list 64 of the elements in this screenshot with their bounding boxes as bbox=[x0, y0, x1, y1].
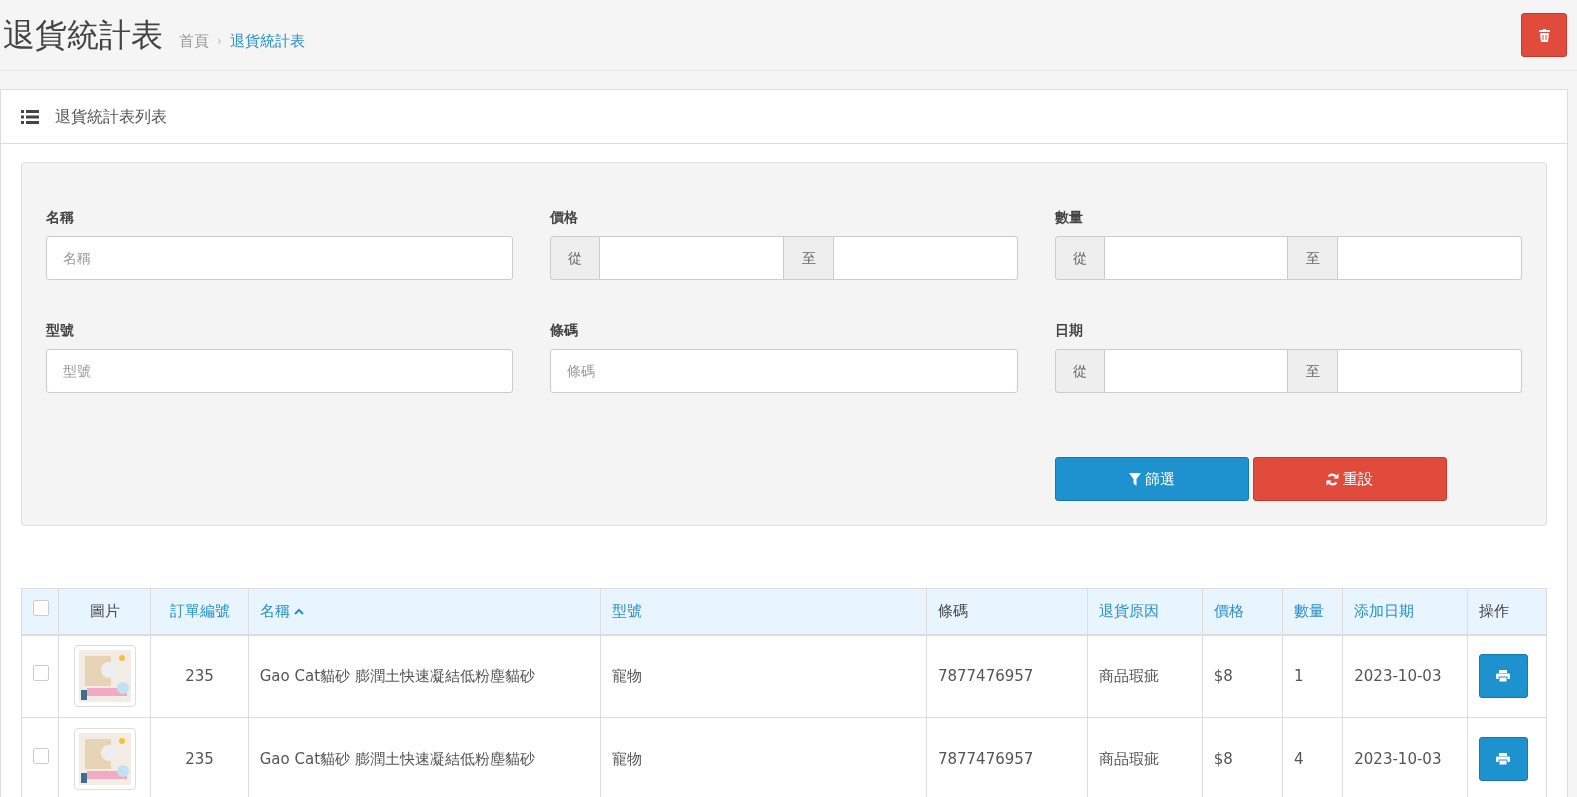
panel-title: 退貨統計表列表 bbox=[55, 105, 167, 128]
breadcrumb-separator: › bbox=[217, 33, 222, 51]
to-field[interactable] bbox=[834, 236, 1018, 280]
price-text: $8 bbox=[1213, 667, 1233, 685]
order-number: 235 bbox=[185, 667, 214, 685]
from-field[interactable] bbox=[600, 236, 784, 280]
field-label: 數量 bbox=[1054, 208, 1084, 227]
print-button[interactable] bbox=[1478, 737, 1528, 781]
barcode-text: 7877476957 bbox=[937, 667, 1034, 685]
barcode-text: 7877476957 bbox=[937, 749, 1034, 768]
return-reason: 商品瑕疵 bbox=[1099, 667, 1160, 685]
product-thumbnail bbox=[73, 728, 136, 790]
range-label: 從 bbox=[1054, 236, 1105, 280]
list-icon bbox=[21, 109, 39, 124]
order-number: 235 bbox=[185, 749, 214, 768]
select-all-checkbox[interactable] bbox=[33, 600, 49, 616]
range-label: 至 bbox=[1288, 349, 1339, 393]
to-field[interactable] bbox=[1338, 236, 1522, 280]
price-text: $8 bbox=[1213, 749, 1233, 768]
trash-icon bbox=[1538, 28, 1550, 42]
range-label: 從 bbox=[1054, 349, 1105, 393]
product-name: Gao Cat貓砂 膨潤土快速凝結低粉塵貓砂 bbox=[259, 749, 535, 768]
field-label: 名稱 bbox=[46, 208, 75, 227]
from-field[interactable] bbox=[1104, 236, 1289, 280]
column-header: 條碼 bbox=[937, 601, 968, 622]
input-field[interactable]: 型號 bbox=[46, 349, 514, 393]
print-icon bbox=[1496, 670, 1511, 683]
row-checkbox[interactable] bbox=[33, 665, 49, 681]
to-field[interactable] bbox=[1338, 349, 1522, 393]
range-label: 至 bbox=[784, 236, 834, 280]
input-field[interactable]: 名稱 bbox=[46, 236, 514, 280]
reset-button[interactable]: 重設 bbox=[1252, 457, 1447, 501]
product-thumbnail bbox=[73, 645, 136, 708]
page-title: 退貨統計表 bbox=[3, 15, 163, 56]
model-text: 寵物 bbox=[611, 667, 642, 685]
row-checkbox[interactable] bbox=[33, 747, 49, 764]
column-sort-link[interactable]: 名稱 bbox=[259, 600, 304, 623]
delete-button[interactable] bbox=[1521, 13, 1567, 57]
quantity-text: 4 bbox=[1294, 749, 1304, 768]
column-header: 圖片 bbox=[89, 601, 120, 622]
print-button[interactable] bbox=[1478, 654, 1528, 699]
return-reason: 商品瑕疵 bbox=[1099, 749, 1160, 768]
quantity-text: 1 bbox=[1294, 667, 1304, 685]
column-sort-link[interactable]: 型號 bbox=[611, 600, 642, 623]
print-icon bbox=[1496, 753, 1511, 765]
field-label: 型號 bbox=[46, 321, 75, 340]
filter-icon bbox=[1128, 472, 1141, 486]
range-label: 從 bbox=[550, 236, 601, 280]
refresh-icon bbox=[1326, 472, 1340, 486]
range-label: 至 bbox=[1288, 236, 1339, 280]
model-text: 寵物 bbox=[611, 749, 642, 768]
field-label: 條碼 bbox=[550, 321, 580, 340]
breadcrumb-link[interactable]: 首頁 bbox=[179, 30, 209, 53]
field-label: 價格 bbox=[550, 208, 580, 227]
date-text: 2023-10-03 bbox=[1354, 749, 1442, 768]
date-text: 2023-10-03 bbox=[1354, 667, 1442, 685]
column-sort-link[interactable]: 價格 bbox=[1213, 600, 1244, 623]
input-field[interactable]: 條碼 bbox=[550, 349, 1018, 393]
breadcrumb-link[interactable]: 退貨統計表 bbox=[229, 30, 305, 53]
column-header: 操作 bbox=[1478, 601, 1509, 622]
product-name: Gao Cat貓砂 膨潤土快速凝結低粉塵貓砂 bbox=[259, 667, 535, 685]
field-label: 日期 bbox=[1054, 321, 1084, 340]
filter-button[interactable]: 篩選 bbox=[1054, 457, 1249, 501]
from-field[interactable] bbox=[1104, 349, 1289, 393]
